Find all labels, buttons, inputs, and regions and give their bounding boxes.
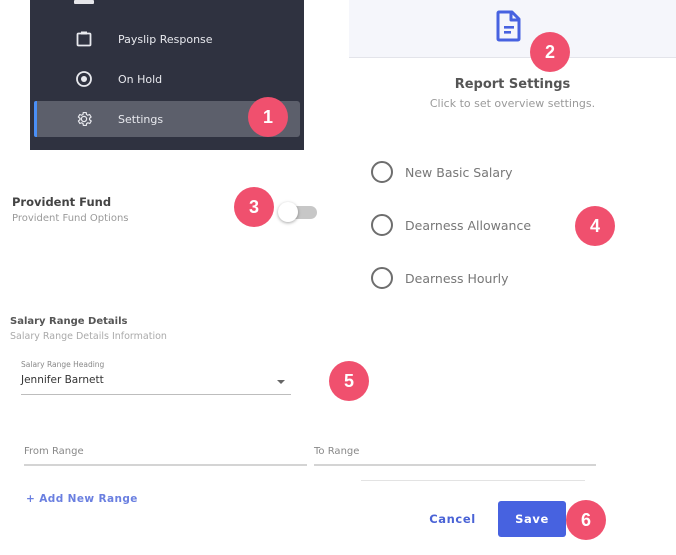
radio-button[interactable] [371, 267, 393, 289]
callout-badge-2: 2 [530, 32, 570, 72]
radio-label: Dearness Hourly [405, 270, 509, 286]
sidebar-item-label: Settings [118, 112, 164, 126]
divider [361, 480, 585, 481]
from-range-underline [24, 464, 307, 466]
sidebar-item-on-hold[interactable]: On Hold [34, 61, 300, 97]
to-range-underline [314, 464, 596, 466]
from-range-input[interactable]: From Range [24, 446, 84, 457]
radio-dot-icon [74, 69, 94, 89]
clipboard-icon [74, 29, 94, 49]
select-underline [21, 394, 291, 395]
toggle-thumb[interactable] [278, 202, 298, 222]
radio-new-basic-salary[interactable]: New Basic Salary [371, 160, 513, 184]
save-button[interactable]: Save [498, 501, 566, 537]
report-settings-subtitle: Click to set overview settings. [429, 97, 596, 110]
salary-range-heading-select[interactable]: Jennifer Barnett [21, 374, 104, 386]
sidebar-item-label: Payslip Response [118, 32, 213, 46]
report-settings-title: Report Settings [454, 77, 571, 92]
gear-icon [74, 109, 94, 129]
sidebar-item-payslip-response[interactable]: Payslip Response [34, 21, 300, 57]
to-range-input[interactable]: To Range [314, 446, 359, 457]
salary-range-title: Salary Range Details [10, 316, 128, 327]
radio-label: New Basic Salary [405, 164, 513, 180]
callout-badge-6: 6 [566, 500, 606, 540]
add-new-range-button[interactable]: + Add New Range [26, 493, 138, 505]
radio-dearness-allowance[interactable]: Dearness Allowance [371, 213, 531, 237]
radio-button[interactable] [371, 161, 393, 183]
radio-button[interactable] [371, 214, 393, 236]
chevron-down-icon[interactable] [277, 380, 285, 384]
provident-fund-title: Provident Fund [12, 195, 112, 209]
salary-range-subtitle: Salary Range Details Information [10, 331, 167, 342]
callout-badge-5: 5 [329, 361, 369, 401]
sidebar-item-label: On Hold [118, 72, 163, 86]
sidebar-item-partial [74, 0, 94, 4]
radio-dearness-hourly[interactable]: Dearness Hourly [371, 266, 509, 290]
cancel-button[interactable]: Cancel [420, 508, 485, 530]
callout-badge-4: 4 [575, 206, 615, 246]
document-icon [496, 10, 522, 42]
callout-badge-1: 1 [248, 97, 288, 137]
radio-label: Dearness Allowance [405, 217, 532, 233]
salary-range-heading-label: Salary Range Heading [21, 360, 105, 369]
provident-fund-subtitle: Provident Fund Options [12, 213, 129, 224]
callout-badge-3: 3 [234, 187, 274, 227]
